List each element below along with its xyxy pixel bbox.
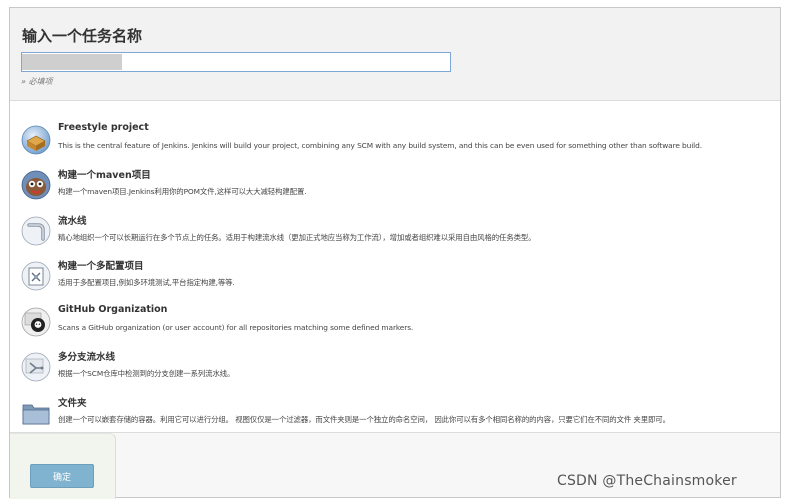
folder-icon xyxy=(21,398,51,428)
freestyle-project-icon xyxy=(21,125,51,155)
header-section: 输入一个任务名称 » 必填项 xyxy=(10,8,780,101)
item-description: 创建一个可以嵌套存储的容器。利用它可以进行分组。 视图仅仅是一个过滤器，而文件夹… xyxy=(58,415,670,424)
redacted-input-text xyxy=(22,54,122,70)
item-description: 构建一个maven项目.Jenkins利用你的POM文件,这样可以大大减轻构建配… xyxy=(58,187,307,196)
multi-configuration-icon xyxy=(21,261,51,291)
item-type-maven-project[interactable]: 构建一个maven项目 构建一个maven项目.Jenkins利用你的POM文件… xyxy=(10,167,780,211)
page-title: 输入一个任务名称 xyxy=(22,27,143,45)
footer-section: 确定 xyxy=(10,433,116,499)
item-type-freestyle-project[interactable]: Freestyle project This is the central fe… xyxy=(10,122,780,166)
item-title: 文件夹 xyxy=(58,398,87,409)
pipeline-icon xyxy=(21,216,51,246)
item-title: 构建一个maven项目 xyxy=(58,170,151,181)
github-organization-icon xyxy=(21,307,51,337)
new-item-panel: 输入一个任务名称 » 必填项 Freestyle project This is… xyxy=(9,7,781,499)
item-title: GitHub Organization xyxy=(58,304,168,315)
multibranch-pipeline-icon xyxy=(21,352,51,382)
item-type-folder[interactable]: 文件夹 创建一个可以嵌套存储的容器。利用它可以进行分组。 视图仅仅是一个过滤器，… xyxy=(10,395,780,439)
item-description: 精心地组织一个可以长期运行在多个节点上的任务。适用于构建流水线（更加正式地应当称… xyxy=(58,233,536,242)
item-title: 流水线 xyxy=(58,216,87,227)
item-title: Freestyle project xyxy=(58,122,149,133)
item-description: Scans a GitHub organization (or user acc… xyxy=(58,323,414,332)
item-type-list: Freestyle project This is the central fe… xyxy=(10,101,780,433)
item-type-github-organization[interactable]: GitHub Organization Scans a GitHub organ… xyxy=(10,304,780,348)
item-description: 适用于多配置项目,例如多环境测试,平台指定构建,等等. xyxy=(58,278,235,287)
maven-project-icon xyxy=(21,170,51,200)
item-description: This is the central feature of Jenkins. … xyxy=(58,141,702,150)
ok-button[interactable]: 确定 xyxy=(30,464,94,488)
watermark: CSDN @TheChainsmoker xyxy=(557,473,737,489)
item-description: 根据一个SCM仓库中检测到的分支创建一系列流水线。 xyxy=(58,369,235,378)
item-title: 多分支流水线 xyxy=(58,352,116,363)
item-type-multibranch-pipeline[interactable]: 多分支流水线 根据一个SCM仓库中检测到的分支创建一系列流水线。 xyxy=(10,349,780,393)
item-type-multi-configuration[interactable]: 构建一个多配置项目 适用于多配置项目,例如多环境测试,平台指定构建,等等. xyxy=(10,258,780,302)
item-title: 构建一个多配置项目 xyxy=(58,261,144,272)
item-type-pipeline[interactable]: 流水线 精心地组织一个可以长期运行在多个节点上的任务。适用于构建流水线（更加正式… xyxy=(10,213,780,257)
required-hint: » 必填项 xyxy=(21,77,53,86)
